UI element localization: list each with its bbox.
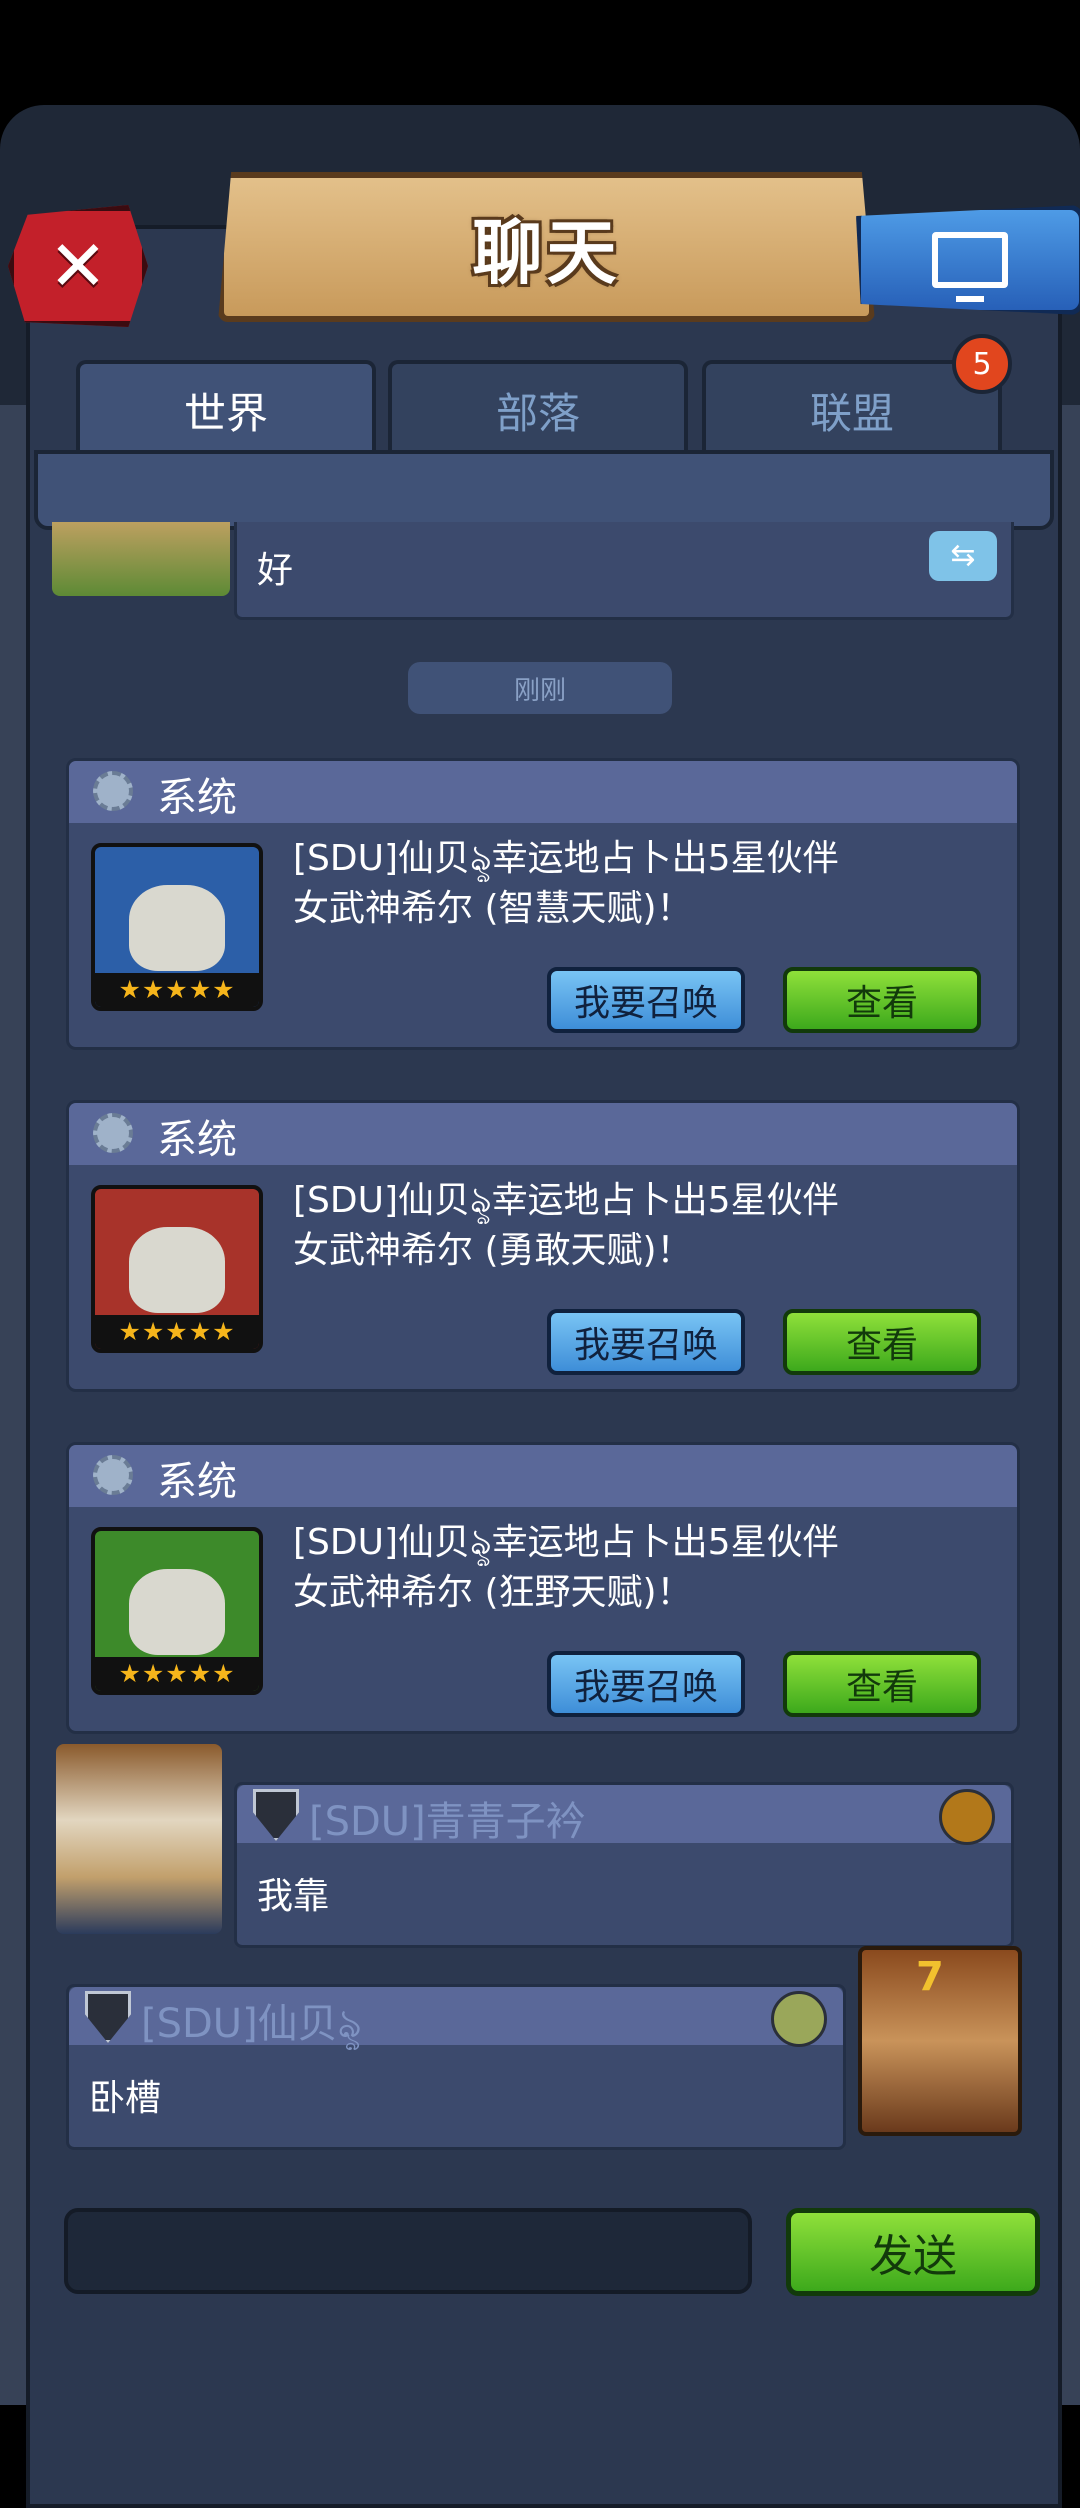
summon-button[interactable]: 我要召唤 (547, 1309, 745, 1375)
system-message-card: 系统 ★★★★★ [SDU]仙贝ৡ幸运地占卜出5星伙伴 女武神希尔 (智慧天赋)… (66, 758, 1020, 1050)
message-input[interactable] (64, 2208, 752, 2294)
summon-button[interactable]: 我要召唤 (547, 967, 745, 1033)
summon-button[interactable]: 我要召唤 (547, 1651, 745, 1717)
monitor-button[interactable] (856, 205, 1080, 315)
skull-icon (129, 885, 225, 971)
hero-portrait[interactable]: ★★★★★ (91, 843, 263, 1011)
gear-icon (93, 1113, 133, 1153)
system-header: 系统 (69, 1445, 1017, 1507)
tab-world-label: 世界 (183, 388, 268, 438)
message-bubble: [SDU]仙贝ৡ 卧槽 (66, 1984, 846, 2150)
user-header: [SDU]青青子衿 (237, 1785, 1011, 1845)
avatar[interactable] (56, 1744, 222, 1934)
notification-badge: 5 (952, 334, 1012, 394)
system-title: 系统 (157, 775, 237, 821)
character-icon (771, 1991, 827, 2047)
system-message-card: 系统 ★★★★★ [SDU]仙贝ৡ幸运地占卜出5星伙伴 女武神希尔 (狂野天赋)… (66, 1442, 1020, 1734)
system-message-card: 系统 ★★★★★ [SDU]仙贝ৡ幸运地占卜出5星伙伴 女武神希尔 (勇敢天赋)… (66, 1100, 1020, 1392)
tab-tribe-label: 部落 (495, 388, 580, 438)
gear-icon (93, 1455, 133, 1495)
translate-icon[interactable]: ⇆ (929, 531, 997, 581)
system-title: 系统 (157, 1459, 237, 1505)
view-button[interactable]: 查看 (783, 967, 981, 1033)
level-number: 7 (916, 1954, 944, 2000)
view-button[interactable]: 查看 (783, 1309, 981, 1375)
timestamp: 刚刚 (408, 662, 672, 714)
message-bubble: [SDU]青青子衿 我靠 (234, 1782, 1014, 1948)
tab-bar-base (34, 450, 1054, 530)
system-message-line: 女武神希尔 (狂野天赋)！ (293, 1572, 693, 1613)
avatar[interactable] (52, 522, 230, 596)
system-message-line: 女武神希尔 (智慧天赋)！ (293, 888, 693, 929)
username[interactable]: [SDU]青青子衿 (309, 1789, 586, 1847)
star-rating: ★★★★★ (95, 1315, 259, 1349)
system-header: 系统 (69, 761, 1017, 823)
view-button[interactable]: 查看 (783, 1651, 981, 1717)
page-title: 聊天 (472, 211, 621, 294)
tab-alliance-label: 联盟 (809, 388, 894, 438)
message-text: 卧槽 (89, 2078, 162, 2119)
message-bubble: 好 ⇆ (234, 522, 1014, 620)
close-icon: ✕ (48, 225, 108, 307)
monitor-icon (932, 232, 1008, 302)
close-button[interactable]: ✕ (8, 205, 148, 327)
skull-icon (129, 1569, 225, 1655)
username[interactable]: [SDU]仙贝ৡ (141, 1991, 362, 2059)
system-header: 系统 (69, 1103, 1017, 1165)
shield-icon (253, 1789, 299, 1841)
gear-icon (93, 771, 133, 811)
system-message-line: 女武神希尔 (勇敢天赋)！ (293, 1230, 693, 1271)
skull-icon (129, 1227, 225, 1313)
send-button[interactable]: 发送 (786, 2208, 1040, 2296)
user-header: [SDU]仙贝ৡ (69, 1987, 843, 2047)
avatar[interactable]: 7 (858, 1946, 1022, 2136)
tab-tribe[interactable]: 部落 (388, 360, 688, 456)
message-text: 好 (257, 550, 294, 591)
system-title: 系统 (157, 1117, 237, 1163)
star-rating: ★★★★★ (95, 1657, 259, 1691)
message-text: 我靠 (257, 1876, 330, 1917)
tab-world[interactable]: 世界 (76, 360, 376, 456)
hero-portrait[interactable]: ★★★★★ (91, 1185, 263, 1353)
title-banner: 聊天 (218, 172, 875, 322)
chat-list[interactable]: 好 ⇆ 刚刚 系统 ★★★★★ [SDU]仙贝ৡ幸运地占卜出5星伙伴 女武神希尔… (50, 522, 1030, 2152)
star-rating: ★★★★★ (95, 973, 259, 1007)
shield-icon (85, 1991, 131, 2043)
hero-portrait[interactable]: ★★★★★ (91, 1527, 263, 1695)
tree-icon (939, 1789, 995, 1845)
